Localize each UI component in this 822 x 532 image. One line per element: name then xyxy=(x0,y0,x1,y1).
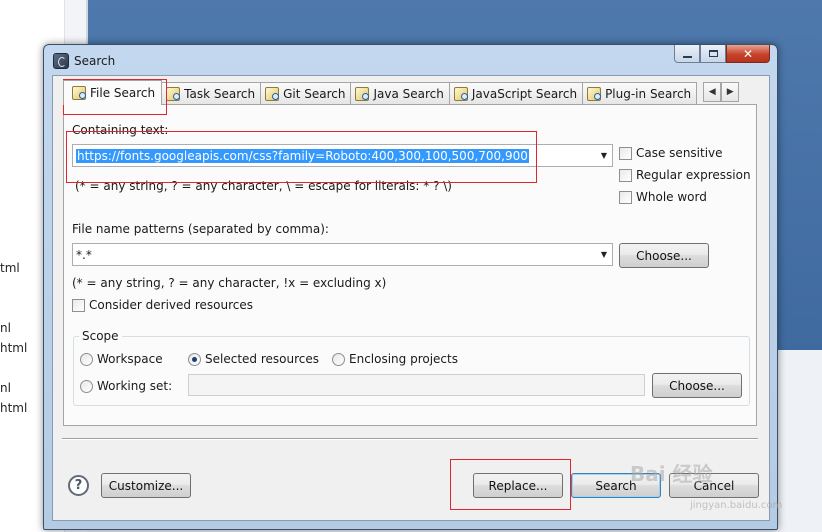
tab-label: Java Search xyxy=(373,86,444,101)
tab-label: Plug-in Search xyxy=(605,86,692,101)
radio-label: Selected resources xyxy=(205,352,319,366)
containing-text-label: Containing text: xyxy=(72,123,169,137)
tab-git-search[interactable]: Git Search xyxy=(261,82,352,104)
radio-dot xyxy=(80,379,93,393)
scope-enclosing-projects-radio[interactable]: Enclosing projects xyxy=(332,352,458,366)
maximize-button[interactable] xyxy=(700,45,726,63)
tab-label: Task Search xyxy=(184,86,256,101)
checkbox-label: Whole word xyxy=(636,190,707,204)
case-sensitive-checkbox[interactable]: Case sensitive xyxy=(619,146,723,160)
minimize-icon xyxy=(682,55,692,58)
scope-selected-resources-radio[interactable]: Selected resources xyxy=(188,352,319,366)
file-search-icon xyxy=(72,86,86,100)
regular-expression-checkbox[interactable]: Regular expression xyxy=(619,168,751,182)
file-patterns-combo[interactable]: *.* ▼ xyxy=(72,243,613,266)
file-patterns-label: File name patterns (separated by comma): xyxy=(72,222,329,236)
tab-scroll-right-icon[interactable]: ▶ xyxy=(721,82,740,102)
file-patterns-hint: (* = any string, ? = any character, !x =… xyxy=(72,276,387,290)
checkbox-box xyxy=(619,190,632,204)
window-controls: ✕ xyxy=(674,45,770,63)
tab-scroll-controls: ◀ ▶ xyxy=(703,82,740,104)
checkbox-label: Case sensitive xyxy=(636,146,723,160)
javascript-search-icon xyxy=(453,86,468,101)
checkbox-box xyxy=(72,298,85,312)
background-fragment: html xyxy=(0,341,28,355)
baidu-watermark-url: jingyan.baidu.com xyxy=(690,500,783,511)
containing-text-value[interactable]: https://fonts.googleapis.com/css?family=… xyxy=(76,148,529,163)
radio-label: Working set: xyxy=(97,379,173,393)
background-fragment: html xyxy=(0,401,28,415)
maximize-icon xyxy=(708,50,718,57)
radio-dot-selected xyxy=(188,352,201,366)
file-patterns-value[interactable]: *.* xyxy=(73,248,596,262)
close-button[interactable]: ✕ xyxy=(726,45,770,63)
help-icon[interactable]: ? xyxy=(68,475,89,496)
scope-working-set-radio[interactable]: Working set: xyxy=(80,379,172,393)
window-title: Search xyxy=(74,54,116,68)
background-fragment: nl xyxy=(0,381,11,395)
containing-text-combo[interactable]: https://fonts.googleapis.com/css?family=… xyxy=(72,144,613,167)
search-tabs: File Search Task Search Git Search Java … xyxy=(63,80,740,105)
tab-java-search[interactable]: Java Search xyxy=(351,82,450,104)
customize-button[interactable]: Customize... xyxy=(101,473,191,498)
minimize-button[interactable] xyxy=(674,45,700,63)
scope-title: Scope xyxy=(79,329,122,343)
whole-word-checkbox[interactable]: Whole word xyxy=(619,190,707,204)
java-search-icon xyxy=(355,86,370,101)
dropdown-arrow-icon[interactable]: ▼ xyxy=(596,244,612,265)
title-bar[interactable]: Search ✕ xyxy=(44,45,777,75)
tab-label: Git Search xyxy=(283,86,346,101)
background-fragment: nl xyxy=(0,321,11,335)
tab-scroll-left-icon[interactable]: ◀ xyxy=(703,82,722,102)
working-set-choose-button[interactable]: Choose... xyxy=(652,373,742,398)
tab-label: JavaScript Search xyxy=(471,86,578,101)
tab-label: File Search xyxy=(90,86,156,100)
plugin-search-icon xyxy=(587,86,602,101)
file-patterns-choose-button[interactable]: Choose... xyxy=(619,243,709,268)
tab-javascript-search[interactable]: JavaScript Search xyxy=(449,82,584,104)
derived-resources-checkbox[interactable]: Consider derived resources xyxy=(72,298,253,312)
task-search-icon xyxy=(166,86,181,101)
checkbox-box xyxy=(619,146,632,160)
tab-file-search[interactable]: File Search xyxy=(63,80,163,105)
checkbox-box xyxy=(619,168,632,182)
containing-text-hint: (* = any string, ? = any character, \ = … xyxy=(75,179,452,193)
background-fragment: tml xyxy=(0,261,20,275)
dropdown-arrow-icon[interactable]: ▼ xyxy=(596,145,612,166)
checkbox-label: Consider derived resources xyxy=(89,298,253,312)
tab-task-search[interactable]: Task Search xyxy=(162,82,262,104)
radio-label: Workspace xyxy=(97,352,163,366)
checkbox-label: Regular expression xyxy=(636,168,751,182)
radio-dot xyxy=(80,352,93,366)
tab-plugin-search[interactable]: Plug-in Search xyxy=(583,82,698,104)
baidu-watermark: Bai 经验 xyxy=(630,462,713,486)
working-set-field[interactable] xyxy=(188,374,645,396)
git-search-icon xyxy=(265,86,280,101)
radio-dot xyxy=(332,352,345,366)
eclipse-app-icon xyxy=(53,53,69,69)
scope-workspace-radio[interactable]: Workspace xyxy=(80,352,163,366)
replace-button[interactable]: Replace... xyxy=(473,473,563,498)
footer-separator xyxy=(62,438,758,440)
radio-label: Enclosing projects xyxy=(349,352,458,366)
